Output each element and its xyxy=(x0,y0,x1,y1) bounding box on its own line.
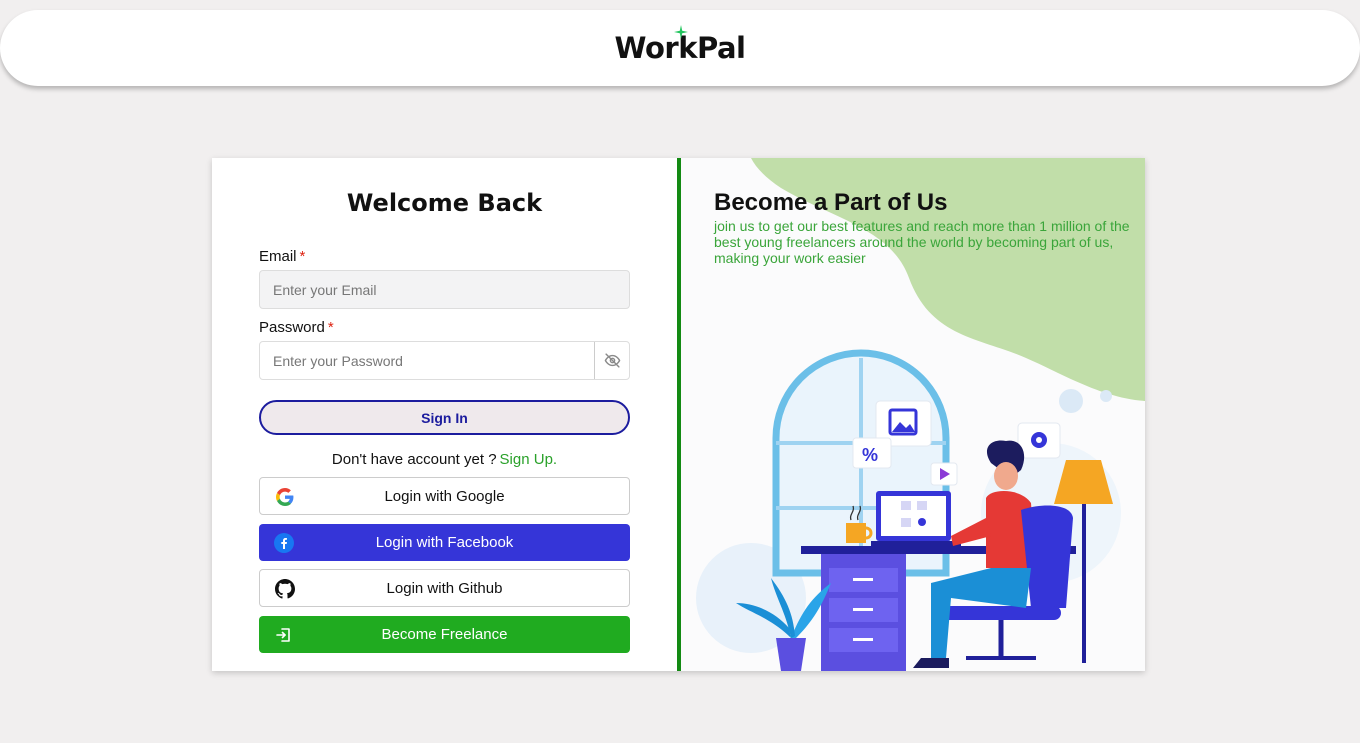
login-facebook-button[interactable]: Login with Facebook xyxy=(259,524,630,561)
promo-panel: % Become a Part of Us join us to get our… xyxy=(681,158,1145,671)
become-freelance-button[interactable]: Become Freelance xyxy=(259,616,630,653)
facebook-label: Login with Facebook xyxy=(375,534,514,551)
login-panel: Welcome Back Email* Password* Sign In Do… xyxy=(212,158,677,671)
required-mark: * xyxy=(299,248,306,265)
password-label-text: Password xyxy=(259,319,325,336)
top-header: WorkPal xyxy=(0,10,1360,86)
github-label: Login with Github xyxy=(386,579,503,597)
promo-title: Become a Part of Us xyxy=(714,189,948,216)
eye-off-icon xyxy=(604,353,620,368)
google-icon xyxy=(275,487,295,507)
required-mark: * xyxy=(327,319,334,336)
email-label-text: Email xyxy=(259,248,297,265)
password-label: Password * xyxy=(259,319,334,336)
google-label: Login with Google xyxy=(384,487,505,505)
login-card: Welcome Back Email* Password* Sign In Do… xyxy=(212,158,1145,671)
facebook-icon xyxy=(274,533,294,553)
password-field-wrapper xyxy=(259,341,630,380)
login-github-button[interactable]: Login with Github xyxy=(259,569,630,607)
svg-text:%: % xyxy=(862,445,878,465)
toggle-password-visibility[interactable] xyxy=(594,342,629,379)
freelance-label: Become Freelance xyxy=(381,626,508,643)
signup-prompt: Don't have account yet ? Sign Up. xyxy=(212,451,677,468)
login-google-button[interactable]: Login with Google xyxy=(259,477,630,515)
password-field[interactable] xyxy=(260,342,594,379)
workpal-logo[interactable]: WorkPal xyxy=(615,25,746,65)
github-icon xyxy=(275,579,295,599)
login-enter-icon xyxy=(274,625,294,645)
no-account-text: Don't have account yet ? xyxy=(331,451,497,468)
email-field[interactable] xyxy=(259,270,630,309)
sign-in-button[interactable]: Sign In xyxy=(259,400,630,435)
page-title: Welcome Back xyxy=(346,189,543,217)
sparkle-icon xyxy=(673,25,688,39)
email-label: Email * xyxy=(259,248,305,265)
sign-up-link[interactable]: Sign Up. xyxy=(500,451,558,468)
promo-subtitle: join us to get our best features and rea… xyxy=(714,218,1130,266)
